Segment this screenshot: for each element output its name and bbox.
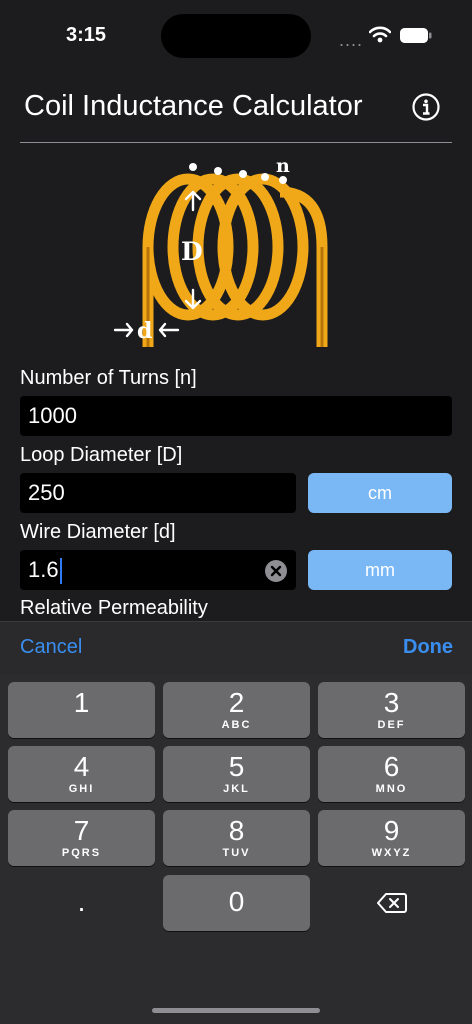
wire-unit-button[interactable]: mm — [308, 550, 452, 590]
status-time: 3:15 — [66, 24, 107, 46]
text-cursor — [59, 558, 62, 585]
loop-diameter-label: Loop Diameter [D] — [20, 444, 183, 466]
title-divider — [20, 142, 452, 143]
key-1[interactable]: 1 — [8, 682, 155, 738]
key-9[interactable]: 9 WXYZ — [318, 810, 465, 866]
key-7[interactable]: 7 PQRS — [8, 810, 155, 866]
key-5[interactable]: 5 JKL — [163, 746, 310, 802]
wire-diameter-symbol: d — [137, 318, 152, 344]
numeric-keypad: 1 2 ABC 3 DEF 4 GHI 5 JKL 6 MNO 7 PQRS 8 TUV 9W… — [0, 675, 472, 1024]
turns-input[interactable]: 1000 — [20, 396, 452, 436]
wire-diameter-input[interactable]: 1.6 — [20, 550, 296, 590]
key-6[interactable]: 6 MNO — [318, 746, 465, 802]
loop-unit-button[interactable]: cm — [308, 473, 452, 513]
done-button[interactable]: Done — [403, 636, 453, 659]
turns-symbol: n — [276, 155, 290, 177]
key-4[interactable]: 4 GHI — [8, 746, 155, 802]
loop-diameter-symbol: D — [181, 237, 203, 266]
turns-label: Number of Turns [n] — [20, 367, 197, 389]
wire-diameter-value: 1.6 — [28, 557, 59, 582]
loop-diameter-input[interactable]: 250 — [20, 473, 296, 513]
permeability-label: Relative Permeability — [20, 597, 208, 619]
key-3[interactable]: 3 DEF — [318, 682, 465, 738]
dynamic-island — [161, 14, 311, 58]
cancel-button[interactable]: Cancel — [20, 636, 82, 659]
key-0[interactable]: 0 — [163, 875, 310, 931]
wire-diameter-label: Wire Diameter [d] — [20, 521, 176, 543]
key-decimal[interactable]: . — [8, 875, 155, 931]
key-2[interactable]: 2 ABC — [163, 682, 310, 738]
key-8[interactable]: 8 TUV — [163, 810, 310, 866]
coil-diagram: n D d — [113, 155, 328, 347]
backspace-icon — [376, 893, 407, 913]
page-title: Coil Inductance Calculator — [24, 90, 363, 122]
battery-icon — [400, 28, 432, 43]
info-icon[interactable] — [412, 93, 440, 121]
clear-text-icon[interactable] — [264, 559, 288, 583]
home-indicator — [152, 1008, 320, 1013]
wifi-icon — [369, 26, 391, 43]
key-backspace[interactable] — [318, 875, 465, 931]
signal-icon: .... — [339, 30, 364, 50]
